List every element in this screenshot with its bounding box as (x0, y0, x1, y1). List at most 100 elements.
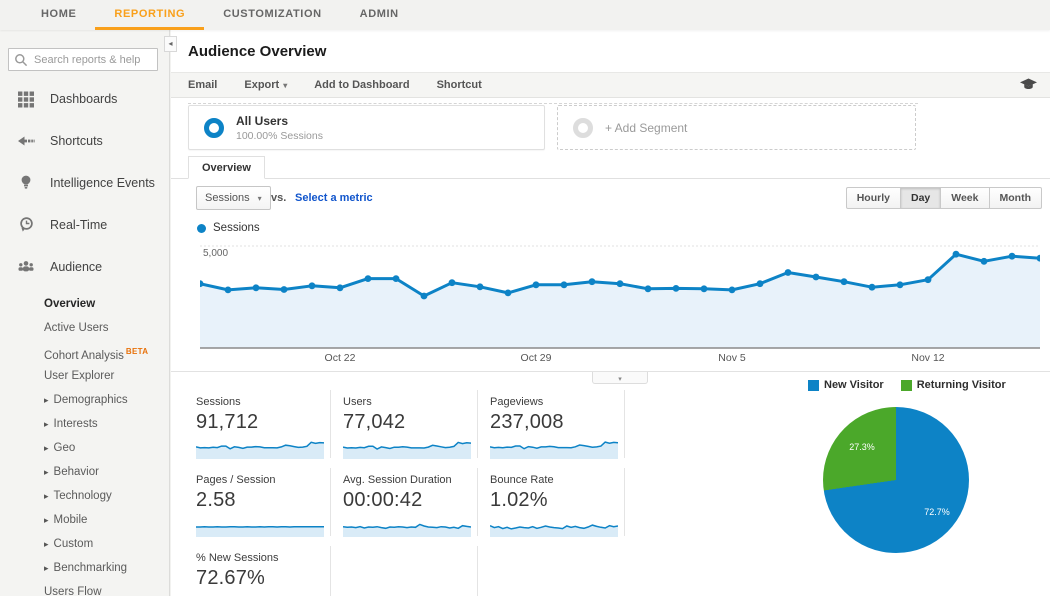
sidebar-item-mobile[interactable]: Mobile (0, 508, 169, 532)
metric-card-sessions: Sessions 91,712 (195, 396, 330, 459)
sidebar-item-interests[interactable]: Interests (0, 412, 169, 436)
chevron-down-icon (258, 192, 262, 204)
sidebar-item-custom[interactable]: Custom (0, 532, 169, 556)
sidebar-item-benchmarking[interactable]: Benchmarking (0, 556, 169, 580)
pages-session-sparkline (196, 515, 330, 537)
pie-slice-label-new: 72.7% (924, 507, 950, 517)
add-to-dashboard-button[interactable]: Add to Dashboard (314, 79, 409, 91)
column-divider (477, 546, 478, 596)
metric-card-users: Users 77,042 (342, 396, 477, 459)
sidebar: Dashboards Shortcuts Intelligence Events… (0, 30, 170, 596)
segment-subtitle: 100.00% Sessions (236, 129, 323, 142)
add-segment-button[interactable]: + Add Segment (557, 105, 916, 150)
metric-card-avg-session-duration: Avg. Session Duration 00:00:42 (342, 474, 477, 537)
sidebar-item-label: Intelligence Events (50, 176, 155, 190)
sidebar-item-overview[interactable]: Overview (0, 292, 169, 316)
column-divider (624, 468, 625, 536)
sidebar-item-shortcuts[interactable]: Shortcuts (0, 120, 169, 162)
sidebar-item-audience[interactable]: Audience (0, 246, 169, 288)
returning-visitor-swatch-icon (900, 379, 912, 391)
column-divider (624, 390, 625, 458)
sidebar-item-label: Real-Time (50, 218, 108, 232)
shortcut-button[interactable]: Shortcut (437, 79, 482, 91)
select-a-metric-link[interactable]: Select a metric (295, 192, 373, 204)
search-box (8, 48, 159, 71)
segment-title: All Users (236, 113, 289, 128)
sidebar-item-label: Shortcuts (50, 134, 103, 148)
metric-card-new-sessions: % New Sessions 72.67% (196, 552, 330, 596)
segment-donut-icon (204, 117, 224, 138)
column-divider (330, 390, 331, 458)
avg-session-duration-sparkline (342, 515, 477, 537)
granularity-week-button[interactable]: Week (941, 187, 990, 209)
sidebar-item-active-users[interactable]: Active Users (0, 316, 169, 340)
granularity-button-group: Hourly Day Week Month (845, 187, 1042, 209)
tab-overview[interactable]: Overview (188, 156, 265, 179)
audience-submenu: Overview Active Users Cohort Analysis BET… (0, 292, 169, 596)
segment-strip: All Users 100.00% Sessions + Add Segment (188, 103, 918, 150)
beta-badge: BETA (125, 347, 149, 356)
svg-text:Nov 5: Nov 5 (718, 352, 746, 364)
sidebar-item-behavior[interactable]: Behavior (0, 460, 169, 484)
add-segment-label: + Add Segment (605, 120, 688, 135)
sidebar-item-cohort-analysis[interactable]: Cohort Analysis BETA (0, 340, 169, 364)
chart-legend: Sessions (197, 222, 260, 234)
tab-home[interactable]: HOME (22, 0, 95, 30)
pie-legend: New Visitor Returning Visitor (808, 379, 1006, 391)
sessions-timeline-chart[interactable]: 2,5005,000Oct 22Oct 29Nov 5Nov 12 (200, 240, 1040, 364)
realtime-icon (17, 216, 35, 234)
education-icon[interactable] (1020, 78, 1037, 96)
pie-slice-label-returning: 27.3% (849, 442, 875, 452)
tab-admin[interactable]: ADMIN (341, 0, 418, 30)
granularity-day-button[interactable]: Day (900, 187, 942, 209)
main-content: Audience Overview Email Export Add to Da… (171, 30, 1050, 596)
sidebar-item-geo[interactable]: Geo (0, 436, 169, 460)
export-button[interactable]: Export (244, 79, 287, 91)
sidebar-item-intelligence-events[interactable]: Intelligence Events (0, 162, 169, 204)
tab-customization[interactable]: CUSTOMIZATION (204, 0, 340, 30)
page-title: Audience Overview (188, 43, 327, 60)
sidebar-item-users-flow[interactable]: Users Flow (0, 580, 169, 596)
chart-collapse-handle[interactable] (592, 372, 648, 384)
visitor-type-pie-chart[interactable]: 27.3% 72.7% (823, 407, 969, 553)
svg-text:Oct 22: Oct 22 (325, 352, 356, 364)
email-button[interactable]: Email (188, 79, 217, 91)
sidebar-item-label: Audience (50, 260, 103, 274)
tab-reporting[interactable]: REPORTING (95, 0, 205, 30)
top-nav: HOME REPORTING CUSTOMIZATION ADMIN (0, 0, 1050, 30)
metric-card-pages-session: Pages / Session 2.58 (196, 474, 330, 537)
segment-ring-icon (573, 117, 593, 138)
sessions-legend-dot-icon (197, 223, 206, 233)
bounce-rate-sparkline (489, 515, 624, 537)
metric-card-pageviews: Pageviews 237,008 (489, 396, 624, 459)
pageviews-sparkline (489, 437, 624, 459)
sidebar-item-demographics[interactable]: Demographics (0, 388, 169, 412)
search-icon (15, 54, 28, 67)
granularity-hourly-button[interactable]: Hourly (845, 187, 901, 209)
svg-text:Nov 12: Nov 12 (911, 352, 944, 364)
sidebar-item-label: Dashboards (50, 92, 118, 106)
legend-returning-visitor: Returning Visitor (900, 379, 1006, 391)
sidebar-item-real-time[interactable]: Real-Time (0, 204, 169, 246)
legend-new-visitor: New Visitor (808, 379, 884, 391)
metric-card-bounce-rate: Bounce Rate 1.02% (489, 474, 624, 537)
search-input[interactable] (8, 48, 158, 71)
sidebar-menu: Dashboards Shortcuts Intelligence Events… (0, 78, 169, 288)
sidebar-item-user-explorer[interactable]: User Explorer (0, 364, 169, 388)
column-divider (477, 390, 478, 458)
svg-text:Oct 29: Oct 29 (521, 352, 552, 364)
segment-all-users[interactable]: All Users 100.00% Sessions (188, 105, 545, 150)
sessions-legend-label: Sessions (213, 222, 260, 234)
granularity-month-button[interactable]: Month (989, 187, 1042, 209)
users-sparkline (342, 437, 477, 459)
sidebar-item-dashboards[interactable]: Dashboards (0, 78, 169, 120)
column-divider (330, 546, 331, 596)
sidebar-item-technology[interactable]: Technology (0, 484, 169, 508)
shortcuts-icon (17, 132, 35, 150)
svg-text:5,000: 5,000 (203, 248, 228, 259)
metric-select-dropdown[interactable]: Sessions (196, 186, 271, 210)
report-toolbar: Email Export Add to Dashboard Shortcut (171, 72, 1050, 98)
intelligence-icon (17, 174, 35, 192)
dashboards-icon (17, 90, 35, 108)
sidebar-collapse-button[interactable] (164, 36, 177, 52)
